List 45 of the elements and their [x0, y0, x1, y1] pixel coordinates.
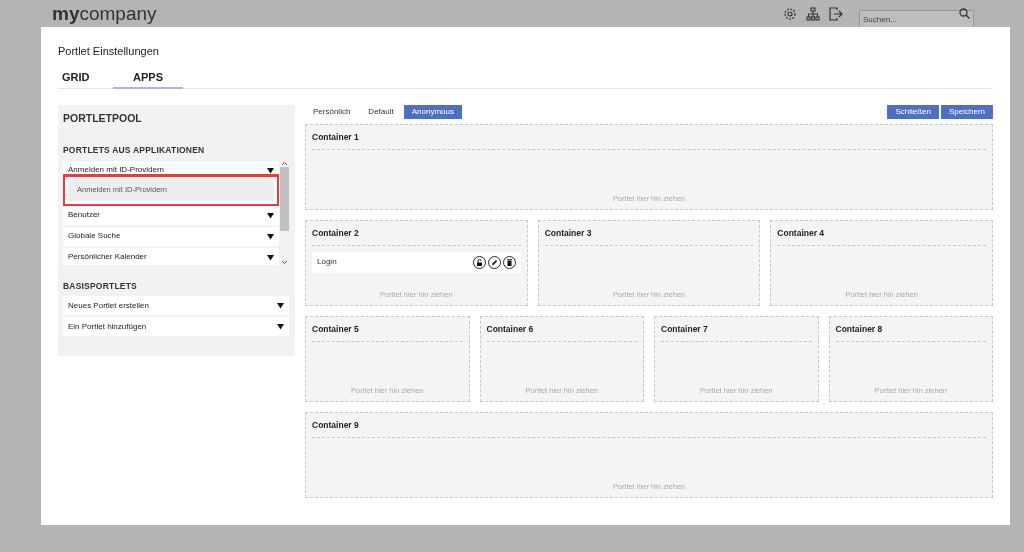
panel-title: PORTLETPOOL [62, 111, 143, 126]
scrollbar[interactable] [280, 160, 289, 265]
view-tab[interactable]: Anonymous [403, 105, 462, 119]
container-title: Container 6 [486, 317, 637, 342]
search-icon[interactable] [959, 7, 970, 19]
caret-icon[interactable] [277, 323, 284, 331]
view-tab[interactable]: Persönlich [305, 105, 359, 119]
caret-icon[interactable] [267, 211, 274, 219]
container-title: Container 4 [777, 221, 986, 246]
settings-icon[interactable] [783, 6, 797, 21]
container-title: Container 9 [312, 413, 986, 438]
container-title: Container 7 [661, 317, 812, 342]
view-tab[interactable]: Default [360, 105, 402, 119]
list-item[interactable]: Neues Portlet erstellen [63, 296, 289, 316]
tab[interactable]: GRID [62, 68, 97, 88]
caret-icon[interactable] [267, 253, 274, 261]
container-title: Container 1 [312, 125, 986, 150]
logout-icon[interactable] [829, 6, 843, 21]
container-title: Container 5 [312, 317, 463, 342]
tab[interactable]: APPS [113, 68, 183, 89]
list-item[interactable]: Ein Portlet hinzufügen [63, 317, 289, 337]
lock-icon[interactable] [472, 255, 486, 269]
caret-icon[interactable] [277, 302, 284, 310]
pencil-icon[interactable] [487, 255, 501, 269]
container-title: Container 2 [312, 221, 521, 246]
portlet-name: Login [317, 256, 338, 269]
sitemap-icon[interactable] [806, 6, 820, 21]
action-button[interactable]: Speichern [940, 105, 993, 119]
container-title: Container 8 [835, 317, 986, 342]
list-item[interactable]: Anmelden mit ID-Providern [63, 160, 279, 180]
list-item[interactable]: Globale Suche [63, 226, 279, 246]
list-item[interactable]: Benutzer [63, 205, 279, 225]
dialog-title: Portlet Einstellungen [58, 44, 160, 59]
caret-icon[interactable] [267, 166, 274, 174]
chevron-up-icon[interactable] [281, 160, 288, 167]
caret-icon[interactable] [267, 232, 274, 240]
logo: mycompany [52, 4, 157, 23]
container-title: Container 3 [544, 221, 754, 246]
action-button[interactable]: Schließen [887, 105, 939, 119]
list-item[interactable]: Persönlicher Kalender [63, 247, 279, 265]
chevron-down-icon[interactable] [281, 258, 288, 265]
section-title: BASISPORTLETS [62, 279, 138, 293]
section-title: PORTLETS AUS APPLIKATIONEN [62, 143, 206, 157]
search-field[interactable]: Suchen... [859, 10, 974, 28]
trash-icon[interactable] [502, 255, 516, 269]
